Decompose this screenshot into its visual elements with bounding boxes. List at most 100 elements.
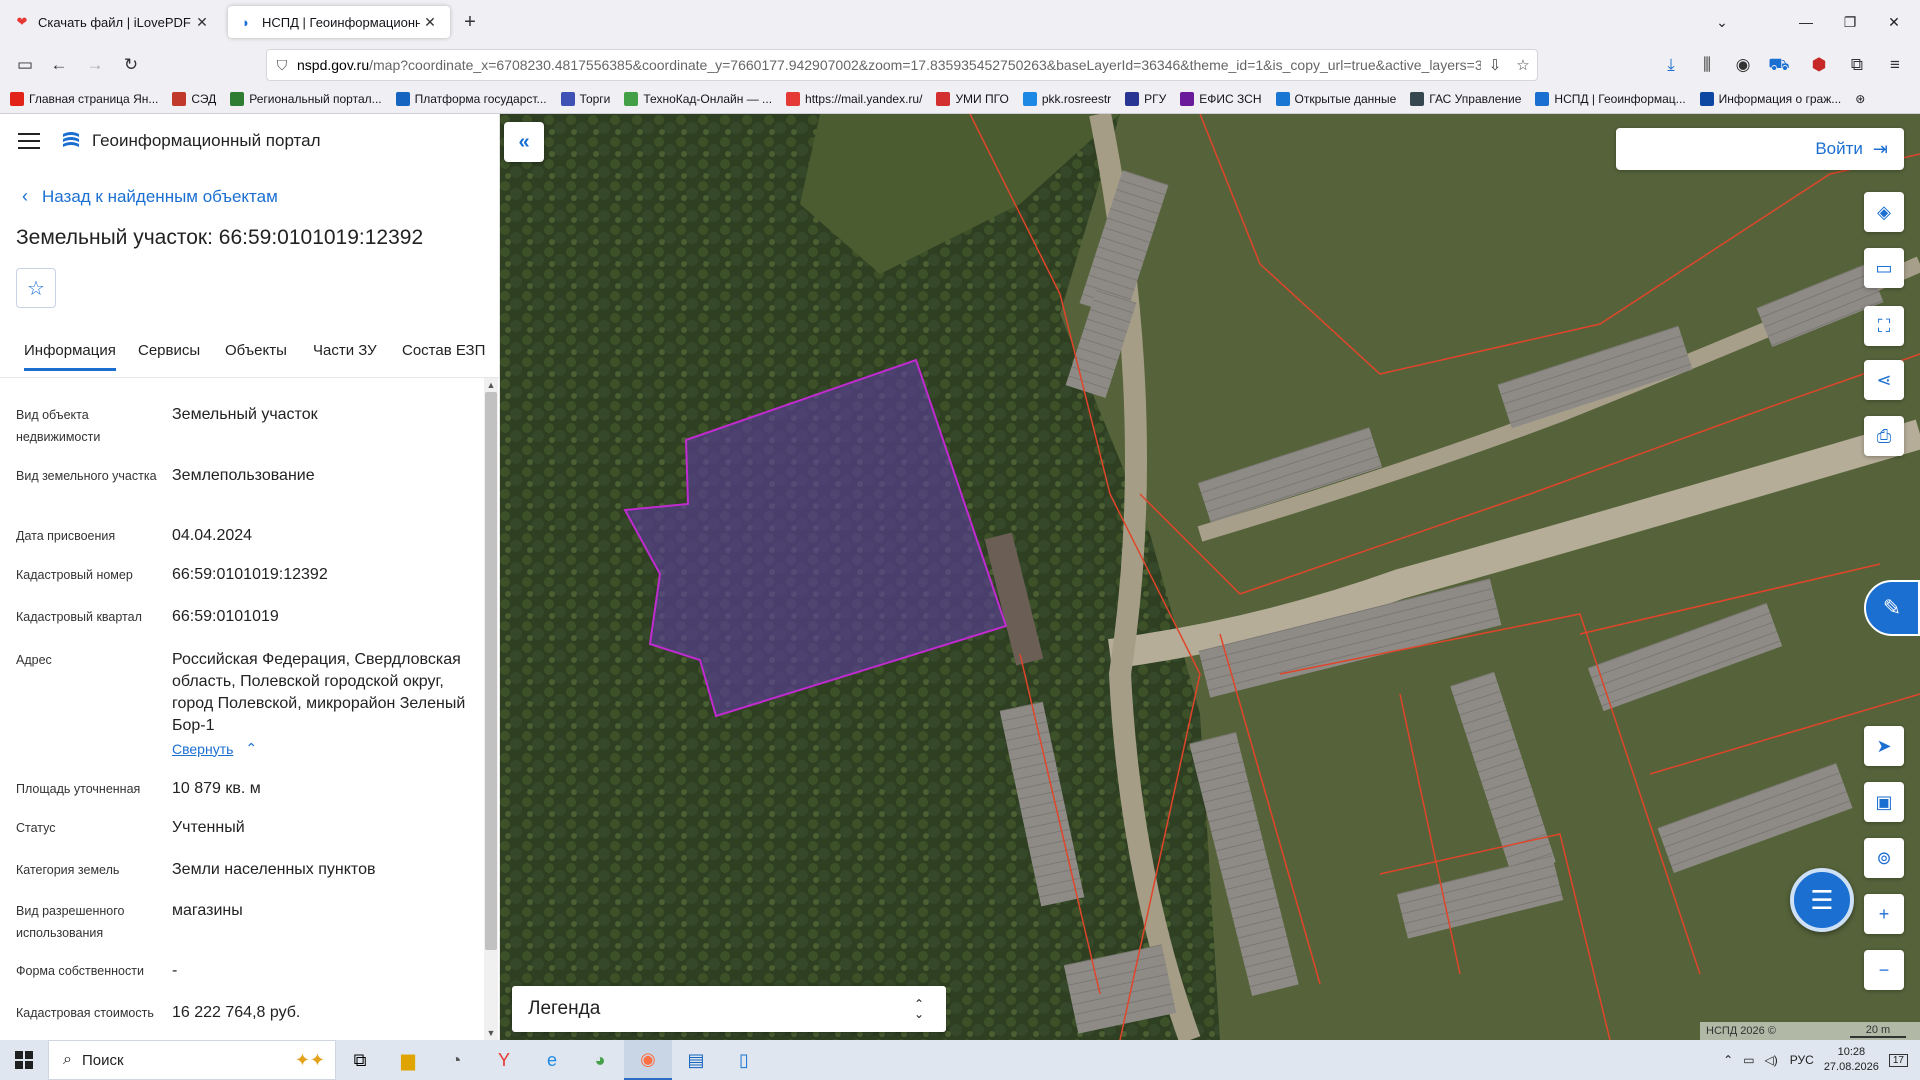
bookmark-favicon-icon bbox=[1410, 92, 1425, 106]
search-placeholder: Поиск bbox=[81, 1051, 124, 1069]
back-arrow-icon[interactable]: ← bbox=[46, 52, 72, 78]
minimap-button[interactable]: ▣ bbox=[1864, 782, 1904, 822]
url-text[interactable]: nspd.gov.ru/map?coordinate_x=6708230.481… bbox=[297, 57, 1481, 73]
bookmark-favicon-icon bbox=[172, 92, 187, 106]
window-app-icon[interactable]: ▤ bbox=[672, 1040, 720, 1080]
map-view[interactable] bbox=[500, 114, 1920, 1040]
bookmark-item[interactable]: РГУ bbox=[1125, 92, 1166, 106]
bookmark-item[interactable]: ЕФИС ЗСН bbox=[1180, 92, 1262, 106]
internet-explorer-icon[interactable]: e bbox=[528, 1040, 576, 1080]
taskbar-search[interactable]: ⌕ Поиск ✦✦ bbox=[48, 1040, 336, 1080]
tray-chevron-up-icon[interactable]: ⌃ bbox=[1723, 1053, 1733, 1067]
hamburger-menu-icon[interactable] bbox=[18, 133, 40, 149]
print-button[interactable]: ⎙ bbox=[1864, 416, 1904, 456]
network-icon[interactable]: ▭ bbox=[1743, 1053, 1754, 1067]
bookmark-item[interactable]: СЭД bbox=[172, 92, 216, 106]
bookmark-item[interactable]: https://mail.yandex.ru/ bbox=[786, 92, 922, 106]
property-value: 16 222 764,8 руб. bbox=[172, 1004, 301, 1021]
tab-information[interactable]: Информация bbox=[24, 342, 116, 371]
search-location-button[interactable]: ⊚ bbox=[1864, 838, 1904, 878]
minimize-button[interactable]: — bbox=[1792, 10, 1820, 34]
bookmark-star-icon[interactable]: ☆ bbox=[1509, 56, 1537, 74]
assistant-icon: ✎ bbox=[1882, 595, 1902, 620]
bookmark-item[interactable]: Главная страница Ян... bbox=[10, 92, 158, 106]
yandex-browser-icon[interactable]: Y bbox=[480, 1040, 528, 1080]
chrome-icon[interactable]: ◕ bbox=[576, 1040, 624, 1080]
adblock-icon[interactable]: ⬢ bbox=[1806, 52, 1832, 78]
bookmark-item[interactable]: Платформа государст... bbox=[395, 92, 547, 106]
object-title: Земельный участок: 66:59:0101019:12392 bbox=[16, 226, 424, 249]
scrollbar-thumb[interactable] bbox=[485, 392, 497, 950]
share-button[interactable]: ⋖ bbox=[1864, 360, 1904, 400]
close-tab-icon[interactable]: ✕ bbox=[420, 14, 440, 31]
zoom-in-button[interactable]: + bbox=[1864, 894, 1904, 934]
bookmark-item[interactable]: Торги bbox=[560, 92, 610, 106]
close-tab-icon[interactable]: ✕ bbox=[192, 14, 212, 31]
satellite-map[interactable] bbox=[500, 114, 1920, 1040]
favorite-star-button[interactable]: ☆ bbox=[16, 268, 56, 308]
task-view-icon[interactable]: ⧉ bbox=[336, 1040, 384, 1080]
clock[interactable]: 10:28 27.08.2026 bbox=[1824, 1045, 1879, 1075]
scale-bar: 20 m bbox=[1850, 1024, 1906, 1038]
scroll-down-icon[interactable]: ▼ bbox=[484, 1026, 498, 1040]
legend-dropdown[interactable]: Легенда ⌃ ⌄ bbox=[512, 986, 946, 1032]
windows-start-button[interactable] bbox=[0, 1040, 48, 1080]
shield-icon[interactable]: ⛉ bbox=[267, 57, 297, 74]
geolocation-button[interactable]: ➤ bbox=[1864, 726, 1904, 766]
bookmark-item[interactable]: Информация о граж... bbox=[1699, 92, 1841, 106]
account-icon[interactable]: ◉ bbox=[1730, 52, 1756, 78]
cart-icon[interactable]: ⛟ bbox=[1766, 52, 1792, 78]
address-bar[interactable]: ⛉ nspd.gov.ru/map?coordinate_x=6708230.4… bbox=[266, 49, 1538, 81]
browser-tab-ilovepdf[interactable]: ❤ Скачать файл | iLovePDF ✕ bbox=[4, 6, 222, 38]
downloads-icon[interactable]: ⤓ bbox=[1658, 52, 1684, 78]
back-to-results-link[interactable]: ‹ Назад к найденным объектам bbox=[22, 186, 278, 207]
language-indicator[interactable]: РУС bbox=[1790, 1053, 1814, 1067]
zoom-out-button[interactable]: − bbox=[1864, 950, 1904, 990]
property-value: Земельный участок bbox=[172, 406, 318, 423]
browser-tab-nspd[interactable]: ◗ НСПД | Геоинформационный ✕ bbox=[228, 6, 450, 38]
measure-button[interactable]: ▭ bbox=[1864, 248, 1904, 288]
extensions-icon[interactable]: ⧉ bbox=[1844, 52, 1870, 78]
reload-icon[interactable]: ↻ bbox=[118, 52, 144, 78]
layers-button[interactable]: ◈ bbox=[1864, 192, 1904, 232]
tab-list-chevron-icon[interactable]: ⌄ bbox=[1708, 10, 1736, 34]
bookmarks-overflow-icon[interactable]: ⊛ bbox=[1855, 92, 1865, 106]
bookmark-item[interactable]: НСПД | Геоинформац... bbox=[1535, 92, 1686, 106]
tab-objects[interactable]: Объекты bbox=[225, 342, 287, 359]
save-page-icon[interactable]: ⇩ bbox=[1481, 56, 1509, 74]
login-button[interactable]: Войти ⇥ bbox=[1616, 128, 1904, 170]
document-app-icon[interactable]: ▯ bbox=[720, 1040, 768, 1080]
bookmark-item[interactable]: pkk.rosreestr bbox=[1022, 92, 1111, 106]
chat-button[interactable]: ☰ bbox=[1790, 868, 1854, 932]
restore-button[interactable]: ❐ bbox=[1836, 10, 1864, 34]
collapse-address-link[interactable]: Свернуть ⌃ bbox=[172, 740, 257, 757]
share-icon: ⋖ bbox=[1876, 369, 1892, 390]
bookmark-item[interactable]: Открытые данные bbox=[1275, 92, 1396, 106]
file-explorer-icon[interactable]: ▆ bbox=[384, 1040, 432, 1080]
volume-icon[interactable]: ◁) bbox=[1765, 1053, 1778, 1067]
firefox-icon[interactable]: ◉ bbox=[624, 1040, 672, 1080]
new-tab-button[interactable]: + bbox=[458, 10, 482, 34]
notifications-button[interactable]: 17 bbox=[1888, 1053, 1908, 1067]
tab-services[interactable]: Сервисы bbox=[138, 342, 200, 359]
tab-ezp-composition[interactable]: Состав ЕЗП bbox=[402, 342, 485, 359]
bookmark-item[interactable]: ГАС Управление bbox=[1410, 92, 1521, 106]
bookmark-item[interactable]: ТехноКад-Онлайн — ... bbox=[624, 92, 772, 106]
close-window-button[interactable]: ✕ bbox=[1880, 10, 1908, 34]
chat-bubble-icon: ☰ bbox=[1810, 884, 1834, 915]
menu-icon[interactable]: ≡ bbox=[1882, 52, 1908, 78]
property-label: Площадь уточненная bbox=[16, 782, 141, 796]
sidebar-toggle-icon[interactable]: ▭ bbox=[12, 52, 38, 78]
app-icon[interactable]: ◔ bbox=[432, 1040, 480, 1080]
scroll-up-icon[interactable]: ▲ bbox=[484, 378, 498, 392]
forward-arrow-icon[interactable]: → bbox=[82, 52, 108, 78]
bookmark-item[interactable]: Региональный портал... bbox=[230, 92, 382, 106]
tab-parcel-parts[interactable]: Части ЗУ bbox=[313, 342, 377, 359]
collapse-panel-button[interactable]: « bbox=[504, 122, 544, 162]
library-icon[interactable]: ⫼ bbox=[1694, 52, 1720, 78]
bookmark-item[interactable]: УМИ ПГО bbox=[936, 92, 1009, 106]
select-area-button[interactable]: ⛶ bbox=[1864, 306, 1904, 346]
property-label: Дата присвоения bbox=[16, 529, 116, 543]
assistant-button[interactable]: ✎ bbox=[1864, 580, 1920, 636]
layers-icon: ◈ bbox=[1877, 201, 1891, 222]
